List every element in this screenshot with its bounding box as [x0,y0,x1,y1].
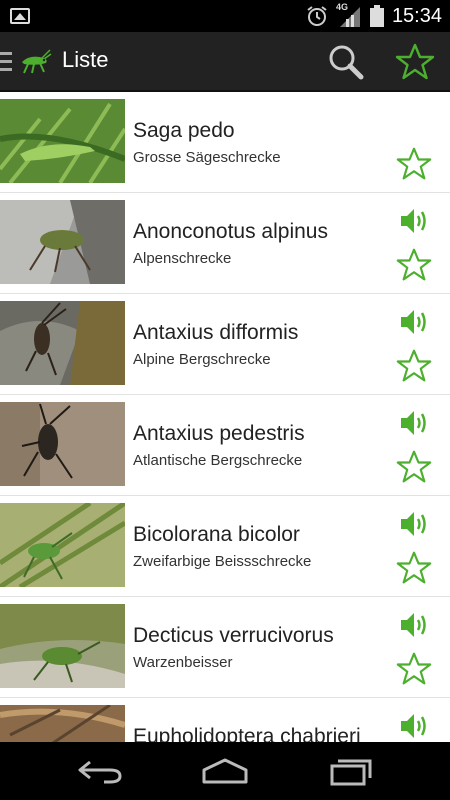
speaker-icon[interactable] [398,205,430,237]
species-list[interactable]: Saga pedo Grosse Sägeschrecke Anonconotu… [0,92,450,742]
species-scientific-name: Bicolorana bicolor [133,523,300,546]
alarm-icon [307,6,327,26]
species-scientific-name: Eupholidoptera chabrieri [133,725,361,742]
species-scientific-name: Decticus verrucivorus [133,624,334,647]
species-thumbnail [0,705,125,742]
species-common-name: Alpenschrecke [133,250,232,267]
status-bar: 4G 15:34 [0,0,450,32]
search-icon[interactable] [326,44,366,80]
species-common-name: Warzenbeisser [133,654,233,671]
species-scientific-name: Saga pedo [133,119,235,142]
favorites-star-icon[interactable] [395,43,435,81]
species-common-name: Atlantische Bergschrecke [133,452,303,469]
species-thumbnail [0,200,125,284]
signal-icon: 4G [336,2,362,27]
list-item[interactable]: Bicolorana bicolor Zweifarbige Beissschr… [0,496,450,597]
speaker-icon[interactable] [398,710,430,742]
grasshopper-logo-icon[interactable] [18,48,52,74]
species-thumbnail [0,503,125,587]
star-outline-icon[interactable] [396,146,432,182]
species-common-name: Zweifarbige Beissschrecke [133,553,312,570]
speaker-icon[interactable] [398,306,430,338]
status-time: 15:34 [391,4,442,27]
hamburger-icon[interactable] [0,52,12,72]
species-common-name: Grosse Sägeschrecke [133,149,281,166]
page-title: Liste [62,47,109,72]
battery-icon [369,5,384,27]
star-outline-icon[interactable] [396,348,432,384]
list-item[interactable]: Antaxius difformis Alpine Bergschrecke [0,294,450,395]
back-icon[interactable] [76,756,126,786]
star-outline-icon[interactable] [396,651,432,687]
star-outline-icon[interactable] [396,449,432,485]
species-thumbnail [0,99,125,183]
list-item[interactable]: Anonconotus alpinus Alpenschrecke [0,193,450,294]
species-scientific-name: Antaxius pedestris [133,422,305,445]
recents-icon[interactable] [328,756,378,786]
list-item[interactable]: Saga pedo Grosse Sägeschrecke [0,92,450,193]
species-common-name: Alpine Bergschrecke [133,351,271,368]
action-bar: Liste [0,32,450,92]
status-icons: 4G 15:34 [306,2,442,28]
list-item[interactable]: Eupholidoptera chabrieri [0,698,450,742]
species-thumbnail [0,402,125,486]
star-outline-icon[interactable] [396,247,432,283]
species-thumbnail [0,604,125,688]
list-item[interactable]: Antaxius pedestris Atlantische Bergschre… [0,395,450,496]
list-item[interactable]: Decticus verrucivorus Warzenbeisser [0,597,450,698]
image-notification-icon [10,8,30,24]
speaker-icon[interactable] [398,407,430,439]
star-outline-icon[interactable] [396,550,432,586]
species-scientific-name: Anonconotus alpinus [133,220,328,243]
speaker-icon[interactable] [398,609,430,641]
home-icon[interactable] [200,756,250,786]
navigation-bar [0,742,450,800]
speaker-icon[interactable] [398,508,430,540]
species-scientific-name: Antaxius difformis [133,321,299,344]
species-thumbnail [0,301,125,385]
